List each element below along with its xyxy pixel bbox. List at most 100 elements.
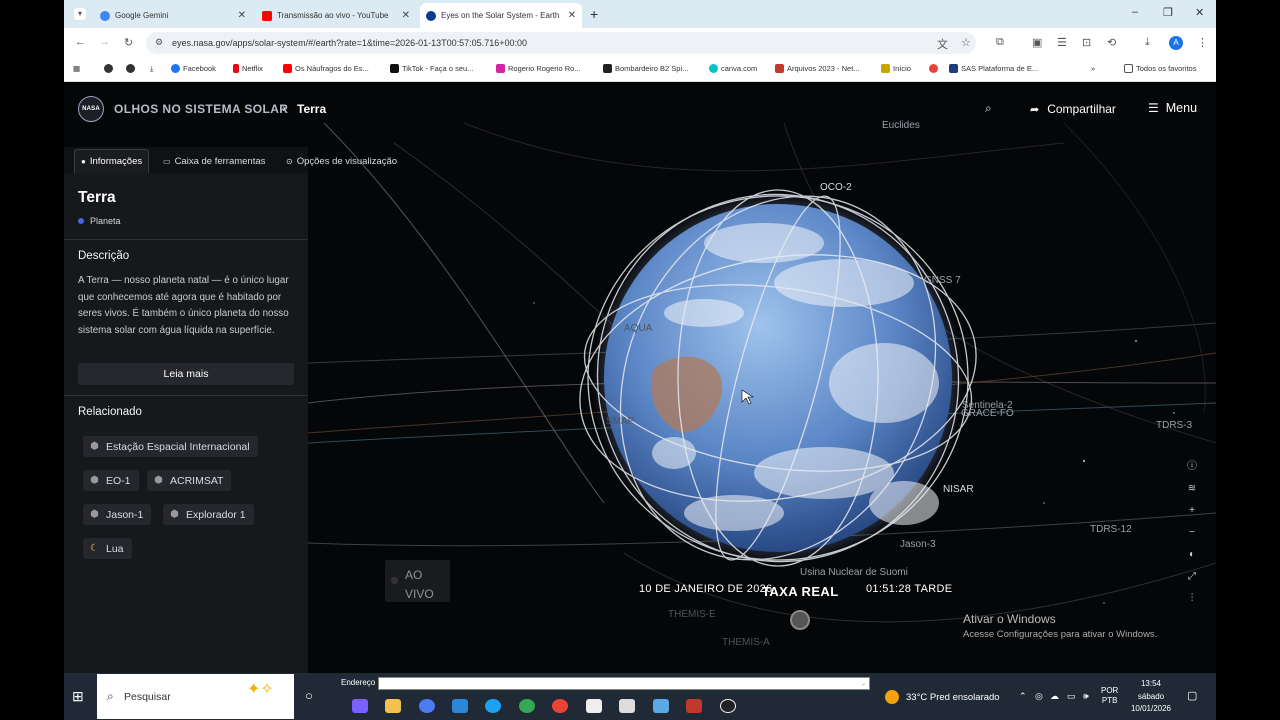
bookmark-netflix[interactable]: Netflix: [233, 64, 263, 73]
satellite-label[interactable]: AQUA: [624, 323, 652, 334]
time-rate-slider-knob[interactable]: [790, 610, 810, 630]
bookmark-download-icon[interactable]: ⤓: [150, 64, 153, 74]
extension-a-icon[interactable]: ▣: [1032, 36, 1042, 49]
cortana-icon[interactable]: ○: [305, 688, 313, 703]
satellite-label[interactable]: Jason-3: [900, 539, 936, 550]
restore-icon[interactable]: ❐: [1163, 6, 1173, 19]
apps-icon[interactable]: ▦: [73, 64, 80, 73]
download-icon[interactable]: ⤓: [1145, 36, 1150, 49]
network-icon[interactable]: ▭: [1067, 691, 1076, 702]
lighting-icon[interactable]: ◐: [1184, 547, 1200, 563]
read-more-button[interactable]: Leia mais: [78, 363, 294, 385]
minimize-icon[interactable]: –: [1132, 6, 1138, 18]
satellite-label[interactable]: NISAR: [943, 484, 974, 495]
share-button[interactable]: ➦ Compartilhar: [1030, 102, 1116, 116]
reading-list-icon[interactable]: ☰: [1057, 36, 1067, 49]
all-bookmarks[interactable]: Todos os favoritos: [1124, 64, 1196, 73]
bookmark-inicio[interactable]: Início: [881, 64, 911, 73]
app-title[interactable]: OLHOS NO SISTEMA SOLAR: [114, 102, 288, 116]
fullscreen-icon[interactable]: ⤢: [1184, 569, 1200, 585]
bookmark-star-icon[interactable]: ☆: [961, 36, 971, 49]
zoom-out-icon[interactable]: −: [1184, 525, 1200, 541]
omnibox[interactable]: ⚙ eyes.nasa.gov/apps/solar-system/#/eart…: [146, 32, 976, 54]
satellite-label[interactable]: TDRS-12: [1090, 524, 1132, 535]
satellite-label[interactable]: THEMIS-E: [668, 609, 716, 620]
bookmark-web-icon[interactable]: [126, 64, 138, 73]
screenshot-icon[interactable]: ⊡: [1082, 36, 1091, 49]
close-icon[interactable]: ✕: [238, 10, 246, 21]
back-icon[interactable]: ←: [75, 36, 86, 48]
satellite-label[interactable]: Usina Nuclear de Suomi: [800, 567, 908, 578]
nasa-logo[interactable]: NASA: [78, 96, 104, 122]
new-tab-button[interactable]: +: [590, 6, 598, 22]
app-icon[interactable]: [653, 699, 669, 713]
zoom-in-icon[interactable]: +: [1184, 503, 1200, 519]
tab-opcoes-visualizacao[interactable]: ⊙ Opções de visualização: [280, 149, 403, 173]
notepad-icon[interactable]: [619, 699, 635, 713]
forward-icon[interactable]: →: [99, 36, 110, 48]
bookmark-naufragos[interactable]: Os Náufragos do Es...: [283, 64, 369, 73]
extensions-icon[interactable]: ⧉: [996, 36, 1004, 49]
satellite-label[interactable]: OCO-2: [820, 182, 852, 193]
copilot-icon[interactable]: [352, 699, 368, 713]
onedrive-icon[interactable]: ☁: [1050, 691, 1059, 702]
info-toggle-icon[interactable]: ⓘ: [1184, 459, 1200, 475]
more-bookmarks-icon[interactable]: »: [1091, 64, 1095, 73]
related-chip-iss[interactable]: ⬢ Estação Espacial Internacional: [83, 436, 258, 457]
related-chip-acrimsat[interactable]: ⬢ ACRIMSAT: [147, 470, 232, 491]
window-close-icon[interactable]: ✕: [1195, 6, 1204, 19]
weather-widget[interactable]: 33°C Pred ensolarado: [885, 690, 1000, 704]
related-chip-eo1[interactable]: ⬢ EO-1: [83, 470, 139, 491]
taskbar-clock[interactable]: 13:54 sábado 10/01/2026: [1128, 678, 1174, 716]
tab-search-icon[interactable]: ▾: [74, 8, 86, 20]
bookmark-canva[interactable]: canva.com: [709, 64, 757, 73]
bookmark-sas[interactable]: SAS Plataforma de E...: [949, 64, 1038, 73]
chevron-up-icon[interactable]: ⌃: [1019, 691, 1027, 702]
app-icon[interactable]: [419, 699, 435, 713]
bookmark-chrome-icon[interactable]: [104, 64, 116, 73]
bookmark-tiktok[interactable]: TikTok - Faça o seu...: [390, 64, 473, 73]
taskbar-search[interactable]: ⌕ Pesquisar ✦✧: [97, 674, 294, 719]
satellite-label[interactable]: TDRS-3: [1156, 420, 1192, 431]
tab-caixa-ferramentas[interactable]: ▭ Caixa de ferramentas: [157, 149, 271, 173]
language-indicator[interactable]: POR PTB: [1101, 686, 1118, 706]
more-icon[interactable]: ⋮: [1197, 36, 1208, 49]
reload-icon[interactable]: ↻: [124, 36, 133, 49]
search-icon[interactable]: ⌕: [985, 101, 992, 116]
bookmark-google-icon[interactable]: [929, 64, 941, 73]
volume-icon[interactable]: 🕪: [1083, 691, 1089, 702]
profile-avatar[interactable]: A: [1169, 36, 1183, 50]
obs-icon[interactable]: [720, 699, 736, 713]
document-icon[interactable]: [586, 699, 602, 713]
photos-icon[interactable]: [452, 699, 468, 713]
file-explorer-icon[interactable]: [385, 699, 401, 713]
related-chip-jason1[interactable]: ⬢ Jason-1: [83, 504, 152, 525]
tab-informacoes[interactable]: ● Informações: [74, 149, 150, 173]
close-icon[interactable]: ✕: [568, 10, 576, 21]
satellite-label[interactable]: GNSS 7: [924, 275, 961, 286]
translate-icon[interactable]: 文: [937, 36, 948, 52]
app-icon[interactable]: [686, 699, 702, 713]
edge-icon[interactable]: [485, 699, 501, 713]
windows-start-icon[interactable]: ⊞: [72, 688, 84, 705]
chrome-icon[interactable]: [519, 699, 535, 713]
site-info-icon[interactable]: ⚙: [155, 37, 163, 48]
tab-youtube[interactable]: Transmissão ao vivo - YouTube ✕: [256, 3, 416, 28]
notification-icon[interactable]: ▢: [1187, 689, 1197, 702]
related-chip-lua[interactable]: ☾ Lua: [83, 538, 132, 559]
chrome-active-icon[interactable]: [552, 699, 568, 713]
go-icon[interactable]: ↻: [860, 677, 868, 688]
satellite-label[interactable]: SMAP: [606, 416, 634, 427]
history-icon[interactable]: ⟲: [1107, 36, 1116, 49]
satellite-label[interactable]: GRACE-FO: [961, 408, 1014, 419]
tab-gemini[interactable]: Google Gemini ✕: [94, 3, 252, 28]
live-button[interactable]: AO VIVO: [385, 560, 450, 602]
date-display[interactable]: 10 DE JANEIRO DE 2026: [639, 583, 772, 595]
menu-button[interactable]: ☰ Menu: [1148, 101, 1197, 115]
bookmark-rogerio[interactable]: Rogerio Rogerio Ro...: [496, 64, 581, 73]
bookmark-arquivos[interactable]: Arquivos 2023 - Net...: [775, 64, 860, 73]
address-toolbar-input[interactable]: ⌄: [378, 677, 870, 690]
tray-app-icon[interactable]: ◎: [1035, 691, 1043, 702]
bookmark-facebook[interactable]: Facebook: [171, 64, 216, 73]
tab-eyes[interactable]: Eyes on the Solar System - Earth ✕: [420, 3, 582, 28]
